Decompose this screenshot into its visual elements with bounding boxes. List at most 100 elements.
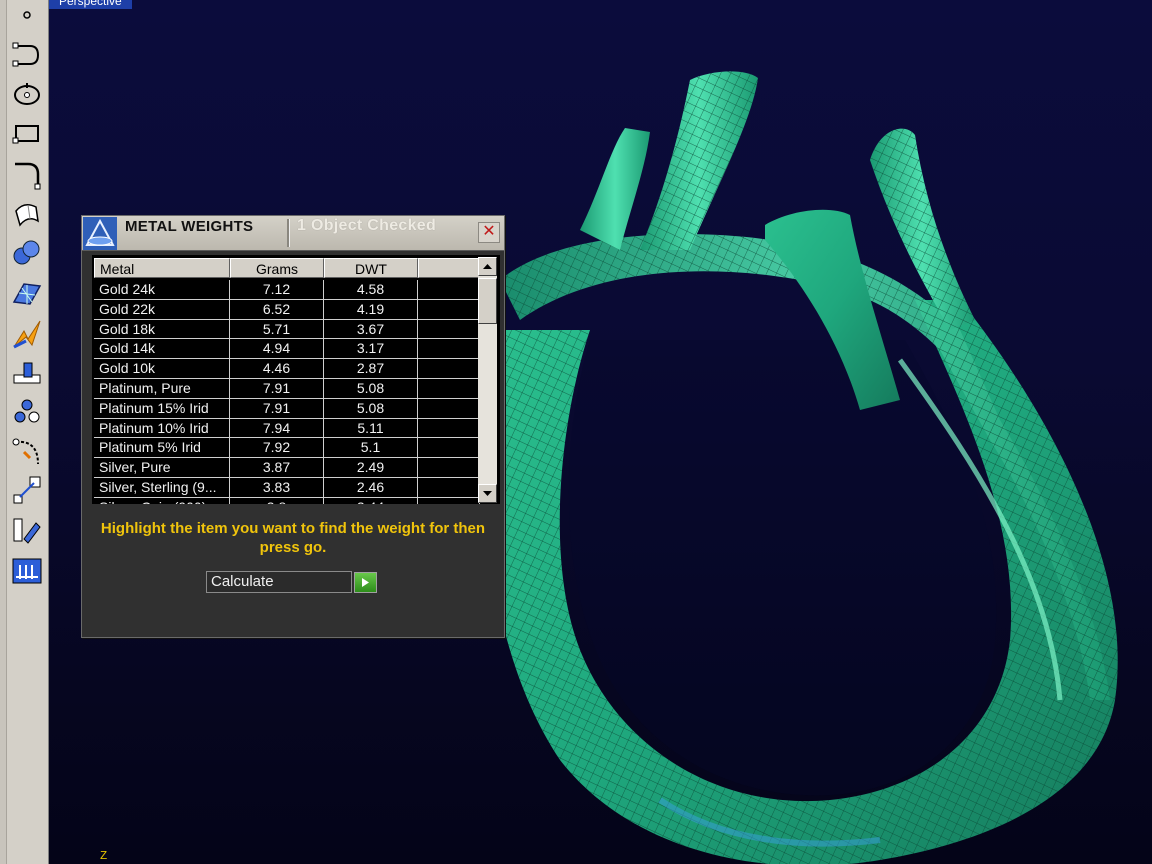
circle-icon[interactable] [9, 76, 45, 112]
command-toolbar [0, 0, 49, 864]
cell-empty [418, 398, 480, 419]
scroll-down-button[interactable] [478, 484, 497, 503]
cell-grams: 7.94 [230, 418, 324, 439]
table-row[interactable]: Gold 24k 7.12 4.58 [94, 280, 480, 300]
cell-empty [418, 458, 480, 478]
arrow-up-icon [483, 264, 492, 269]
cell-metal: Gold 14k [94, 339, 230, 360]
cell-metal: Gold 22k [94, 299, 230, 320]
cell-empty [418, 378, 480, 399]
sphere-icon[interactable] [9, 235, 45, 271]
cell-grams: 7.12 [230, 280, 324, 300]
object-status: 1 Object Checked [297, 217, 437, 234]
plane-icon[interactable] [9, 275, 45, 311]
cell-dwt: 5.08 [324, 378, 418, 399]
cell-metal: Platinum, Pure [94, 378, 230, 399]
dimension-icon[interactable] [9, 354, 45, 390]
cell-dwt: 3.67 [324, 319, 418, 340]
cell-dwt: 2.87 [324, 359, 418, 379]
cell-metal: Silver, Coin (900) [94, 497, 230, 504]
group-icon[interactable] [9, 394, 45, 430]
scale-icon[interactable] [9, 472, 45, 508]
column-header-dwt[interactable]: DWT [324, 258, 418, 278]
fillet-icon[interactable] [9, 156, 45, 192]
surface-icon[interactable] [9, 196, 45, 232]
point-icon[interactable] [9, 0, 45, 33]
cell-empty [418, 319, 480, 340]
cell-empty [418, 359, 480, 379]
cell-grams: 4.46 [230, 359, 324, 379]
cell-grams: 6.52 [230, 299, 324, 320]
dialog-titlebar[interactable]: METAL WEIGHTS 1 Object Checked ✕ [82, 216, 504, 251]
cell-grams: 7.91 [230, 398, 324, 419]
cell-grams: 3.87 [230, 458, 324, 478]
cell-empty [418, 299, 480, 320]
cell-empty [418, 339, 480, 360]
cell-metal: Platinum 15% Irid [94, 398, 230, 419]
table-row[interactable]: Silver, Coin (900)3.82.44 [94, 497, 480, 504]
table-row[interactable]: Platinum 10% Irid 7.94 5.11 [94, 418, 480, 439]
metal-weights-dialog: METAL WEIGHTS 1 Object Checked ✕ Metal G… [81, 215, 505, 638]
cell-metal: Gold 18k [94, 319, 230, 340]
scroll-up-button[interactable] [478, 257, 497, 276]
cell-empty [418, 497, 480, 504]
cell-grams: 3.8 [230, 497, 324, 504]
column-header-grams[interactable]: Grams [230, 258, 324, 278]
cell-grams: 7.91 [230, 378, 324, 399]
grid-icon[interactable] [9, 552, 45, 588]
go-button[interactable] [354, 572, 377, 593]
cell-metal: Silver, Sterling (9... [94, 477, 230, 498]
rectangle-icon[interactable] [9, 116, 45, 152]
cell-metal: Gold 24k [94, 280, 230, 300]
table-header: Metal Grams DWT [94, 258, 480, 280]
table-row[interactable]: Silver, Sterling (9... 3.83 2.46 [94, 477, 480, 498]
arrow-down-icon [483, 491, 492, 496]
cell-grams: 7.92 [230, 438, 324, 459]
cell-dwt: 3.17 [324, 339, 418, 360]
close-button[interactable]: ✕ [478, 222, 500, 243]
title-separator [287, 219, 290, 247]
cell-grams: 4.94 [230, 339, 324, 360]
calculate-dropdown[interactable]: Calculate [206, 571, 352, 593]
cell-grams: 5.71 [230, 319, 324, 340]
table-row[interactable]: Silver, Pure 3.87 2.49 [94, 458, 480, 478]
cell-dwt: 2.46 [324, 477, 418, 498]
cell-metal: Platinum 10% Irid [94, 418, 230, 439]
scroll-thumb[interactable] [478, 278, 497, 324]
arc-icon[interactable] [9, 433, 45, 469]
cell-empty [418, 418, 480, 439]
cell-dwt: 5.1 [324, 438, 418, 459]
cell-metal: Platinum 5% Irid [94, 438, 230, 459]
edit-icon[interactable] [9, 512, 45, 548]
cell-dwt: 5.11 [324, 418, 418, 439]
table-row[interactable]: Platinum 15% Irid 7.91 5.08 [94, 398, 480, 419]
play-icon [362, 578, 369, 587]
table-row[interactable]: Gold 14k 4.94 3.17 [94, 339, 480, 360]
toolbar-grip[interactable] [0, 0, 7, 864]
curve-icon[interactable] [9, 37, 45, 73]
table-scrollbar[interactable] [478, 257, 497, 503]
dialog-title: METAL WEIGHTS [125, 218, 254, 235]
cell-empty [418, 477, 480, 498]
transform-icon[interactable] [9, 316, 45, 352]
cell-empty [418, 280, 480, 300]
close-icon: ✕ [482, 223, 496, 240]
column-header-empty [418, 258, 480, 278]
table-row[interactable]: Platinum, Pure 7.91 5.08 [94, 378, 480, 399]
table-body: Gold 24k 7.12 4.58 Gold 22k 6.52 4.19 Gold 18k… [94, 280, 480, 504]
cell-empty [418, 438, 480, 459]
table-row[interactable]: Platinum 5% Irid 7.92 5.1 [94, 438, 480, 459]
axis-indicator: Z [100, 849, 108, 863]
metal-table[interactable]: Metal Grams DWT Gold 24k 7.12 4.58 Gold 22k… [92, 255, 500, 504]
cell-dwt: 4.58 [324, 280, 418, 300]
cell-dwt: 2.49 [324, 458, 418, 478]
app-logo-icon [83, 217, 117, 250]
table-row[interactable]: Gold 10k 4.46 2.87 [94, 359, 480, 379]
instruction-text: Highlight the item you want to find the … [100, 520, 486, 556]
column-header-metal[interactable]: Metal [94, 258, 230, 278]
cell-dwt: 4.19 [324, 299, 418, 320]
cell-grams: 3.83 [230, 477, 324, 498]
table-row[interactable]: Gold 18k 5.71 3.67 [94, 319, 480, 340]
table-row[interactable]: Gold 22k 6.52 4.19 [94, 299, 480, 320]
cell-dwt: 2.44 [324, 497, 418, 504]
